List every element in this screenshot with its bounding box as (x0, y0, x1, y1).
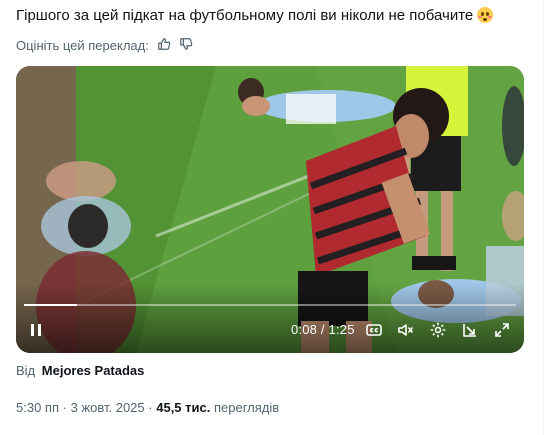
fullscreen-icon (495, 323, 509, 337)
pause-button[interactable] (24, 318, 48, 342)
fullscreen-button[interactable] (490, 318, 514, 342)
mute-icon (398, 324, 414, 336)
source-account-link[interactable]: Mejores Patadas (42, 363, 145, 378)
captions-icon (366, 324, 382, 336)
share-arrow-icon (463, 324, 476, 337)
translation-rating: Оцініть цей переклад: (16, 37, 193, 54)
settings-button[interactable] (426, 318, 450, 342)
pause-icon (31, 324, 41, 336)
thumbs-down-icon[interactable] (179, 37, 193, 54)
captions-button[interactable] (362, 318, 386, 342)
thumbs-up-icon[interactable] (157, 37, 171, 54)
views-label: переглядів (213, 400, 280, 415)
flushed-face-emoji-icon (477, 7, 494, 23)
mute-button[interactable] (394, 318, 418, 342)
source-prefix: Від (16, 363, 36, 378)
video-time: 0:08 / 1:25 (291, 322, 355, 337)
column-divider (543, 0, 544, 435)
views-count: 45,5 тис. (156, 400, 211, 415)
meta-separator: · (62, 400, 67, 415)
video-player[interactable]: 0:08 / 1:25 (16, 66, 524, 353)
meta-separator: · (148, 400, 153, 415)
rate-translation-label: Оцініть цей переклад: (16, 38, 149, 53)
tweet-date[interactable]: 3 жовт. 2025 (71, 400, 145, 415)
tweet-text: Гіршого за цей підкат на футбольному пол… (16, 6, 494, 26)
tweet-text-content: Гіршого за цей підкат на футбольному пол… (16, 7, 474, 24)
tweet-time[interactable]: 5:30 пп (16, 400, 59, 415)
video-progress-bar[interactable] (24, 304, 516, 306)
video-progress-fill (24, 304, 77, 306)
tweet-meta: 5:30 пп · 3 жовт. 2025 · 45,5 тис. перег… (16, 400, 279, 415)
video-source: Від Mejores Patadas (16, 363, 144, 378)
settings-icon (430, 322, 446, 338)
share-button[interactable] (458, 318, 482, 342)
